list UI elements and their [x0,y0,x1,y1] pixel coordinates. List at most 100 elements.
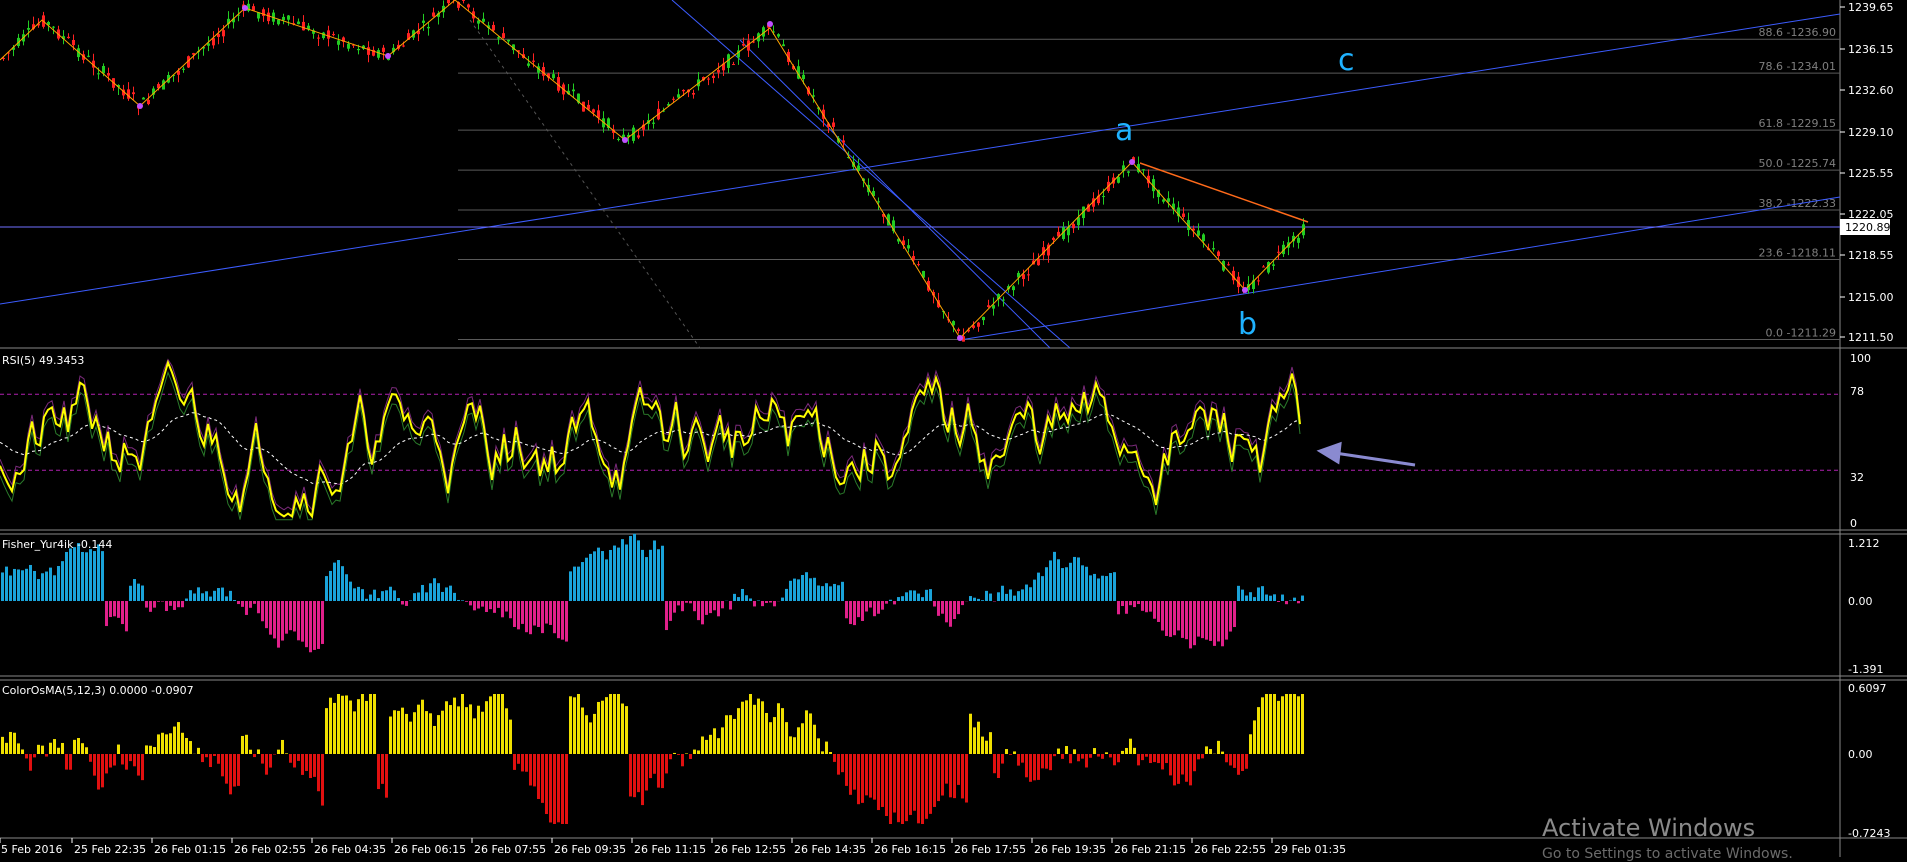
fisher-bar [269,601,272,635]
fisher-bar [737,597,740,601]
fisher-bar [165,601,168,611]
fisher-bar [141,586,144,601]
fisher-bar [621,539,624,601]
candle-body [382,48,385,52]
fisher-bar [929,589,932,601]
candle-body [987,305,990,307]
fisher-bar [525,601,528,632]
osma-bar [1105,752,1108,754]
osma-bar [385,754,388,798]
fisher-bar [1173,601,1176,635]
fisher-bar [385,590,388,601]
osma-bar [833,754,836,762]
fisher-bar [969,596,972,601]
fisher-bar [1229,601,1232,632]
price-tick-label: 1239.65 [1848,1,1894,14]
candle-body [477,21,480,24]
fisher-bar [1293,598,1296,601]
fisher-bar [365,599,368,601]
fisher-histogram [1,534,1304,652]
fisher-bar [1077,557,1080,601]
osma-bar [973,727,976,754]
fisher-bar [205,591,208,601]
wave-label-a: a [1115,113,1133,148]
fisher-bar [569,571,572,601]
fisher-bar [377,598,380,601]
osma-bar [1117,754,1120,762]
osma-bar [709,735,712,754]
osma-bar [53,739,56,754]
osma-bar [1001,754,1004,764]
candle-body [327,30,330,38]
fisher-bar [853,601,856,625]
fisher-bar [1005,594,1008,601]
osma-bar [341,696,344,754]
candle-body [1102,196,1105,197]
fisher-bar [877,601,880,614]
osma-bar [101,754,104,787]
osma-bar [277,750,280,754]
fisher-bar [173,601,176,610]
osma-bar [677,754,680,755]
fisher-bar [825,583,828,601]
candle-body [1002,300,1005,301]
osma-bar [581,707,584,754]
osma-bar [1153,754,1156,762]
candle-body [802,75,805,79]
osma-title: ColorOsMA(5,12,3) 0.0000 -0.0907 [2,684,194,697]
osma-bar [445,701,448,754]
osma-bar [745,700,748,754]
time-tick-label: 26 Feb 17:55 [954,843,1026,856]
trading-chart[interactable]: 88.6 -1236.9078.6 -1234.0161.8 -1229.155… [0,0,1907,857]
osma-bar [1013,751,1016,754]
fisher-bar [441,592,444,601]
candle-body [497,37,500,38]
osma-bar [557,754,560,822]
fisher-bar [893,601,896,604]
osma-bar [161,733,164,754]
osma-bar [309,754,312,778]
fisher-bar [349,582,352,601]
time-tick-label: 26 Feb 04:35 [314,843,386,856]
osma-bar [257,749,260,754]
osma-bar [169,733,172,754]
candle-body [977,323,980,327]
osma-bar [593,714,596,754]
fisher-bar [1037,573,1040,601]
fisher-bar [1249,592,1252,601]
fisher-bar [625,544,628,601]
osma-bar [1037,754,1040,780]
osma-bar [1041,754,1044,768]
osma-bar [1049,754,1052,770]
osma-bar [157,734,160,754]
osma-bar [133,754,136,766]
osma-bar [521,754,524,771]
osma-bar [637,754,640,792]
fisher-bar [1217,601,1220,641]
fisher-bar [1181,601,1184,638]
fisher-bar [289,601,292,630]
osma-bar [757,699,760,754]
fisher-bar [513,601,516,627]
osma-bar [529,754,532,785]
osma-bar [597,702,600,754]
osma-bar [1157,754,1160,763]
rsi-title: RSI(5) 49.3453 [2,354,84,367]
time-tick-label: 29 Feb 01:35 [1274,843,1346,856]
zigzag-line [0,0,1305,338]
osma-bar [817,738,820,754]
candle-body [422,21,425,23]
fisher-bar [705,601,708,615]
candle-body [447,0,450,3]
fisher-bar [933,601,936,606]
osma-bar [1085,754,1088,767]
fib-level-label: 0.0 -1211.29 [1766,326,1836,339]
osma-bar [533,754,536,786]
osma-bar [493,694,496,754]
osma-bar [993,754,996,773]
annotation-arrow [1320,444,1415,465]
candle-body [682,90,685,91]
osma-bar [561,754,564,824]
candle-body [677,94,680,97]
osma-bar [125,754,128,770]
